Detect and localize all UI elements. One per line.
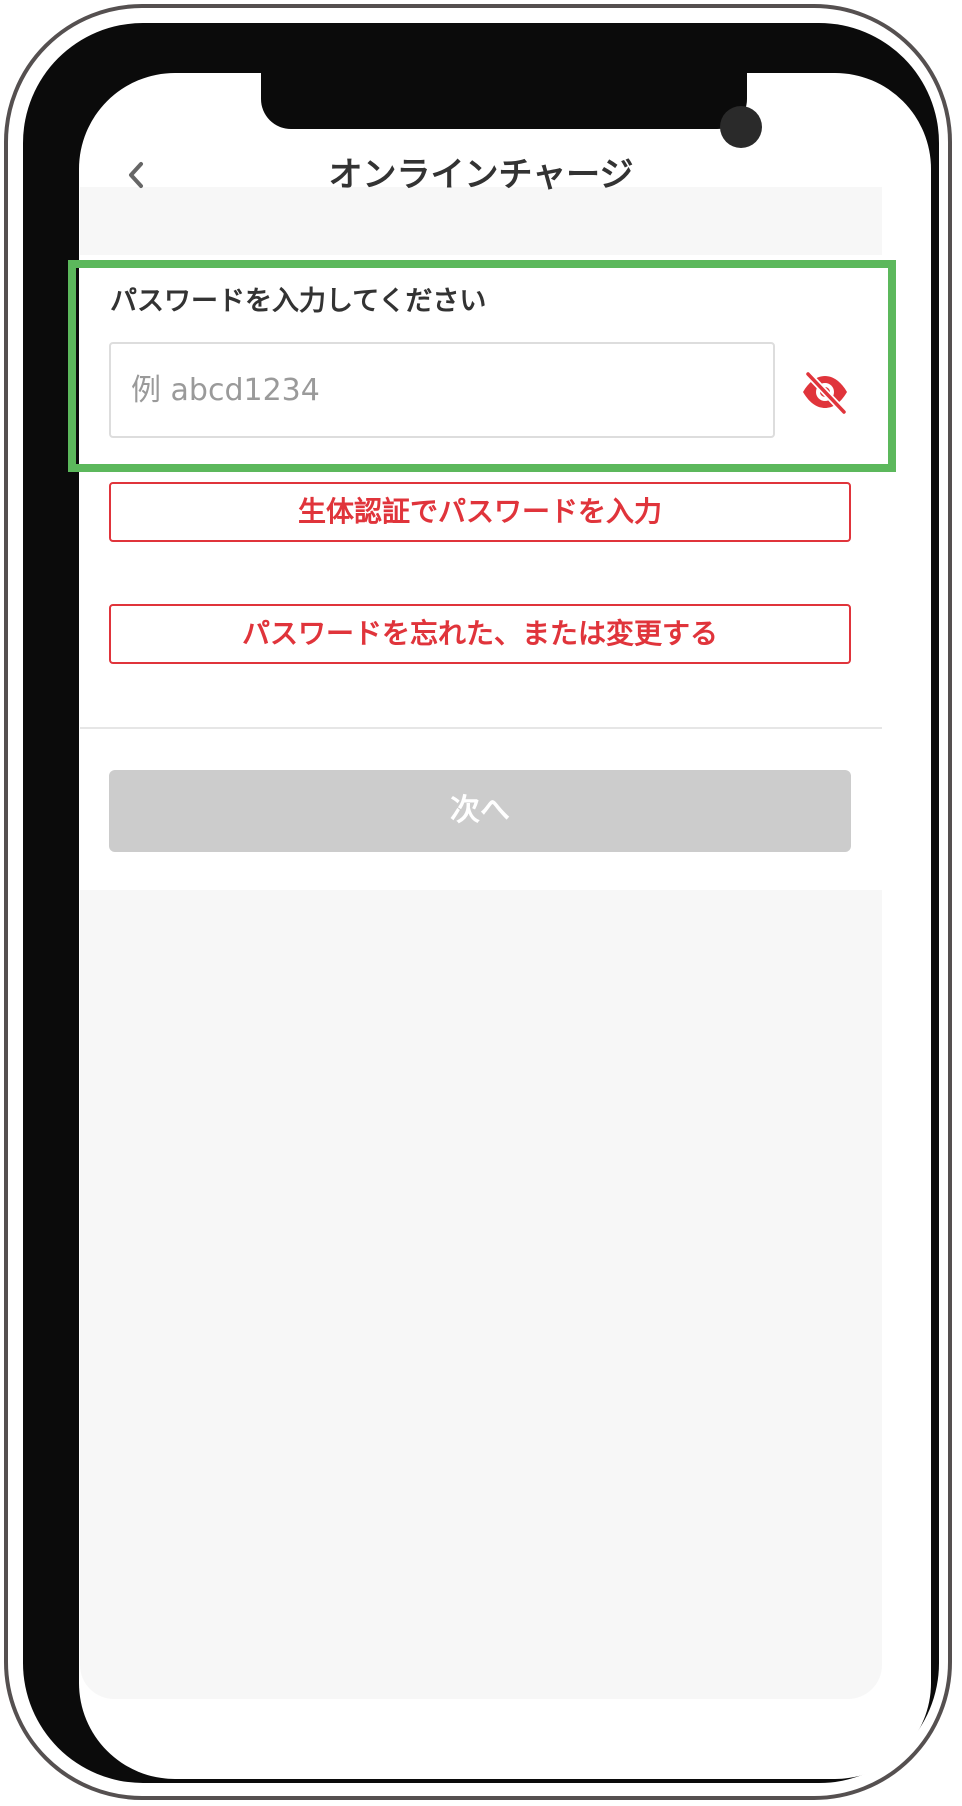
phone-notch [261,73,762,148]
back-button[interactable] [116,150,156,200]
eye-slash-icon [803,370,848,414]
forgot-password-button[interactable]: パスワードを忘れた、または変更する [109,604,851,664]
biometric-login-button[interactable]: 生体認証でパスワードを入力 [109,482,851,542]
toggle-password-visibility-button[interactable] [797,367,853,417]
page-title: オンラインチャージ [328,155,634,195]
chevron-left-icon [129,162,143,188]
section-divider [80,727,882,729]
password-label: パスワードを入力してください [110,286,487,317]
next-button[interactable]: 次へ [109,770,851,852]
password-input[interactable] [109,342,775,438]
front-camera [720,106,762,148]
